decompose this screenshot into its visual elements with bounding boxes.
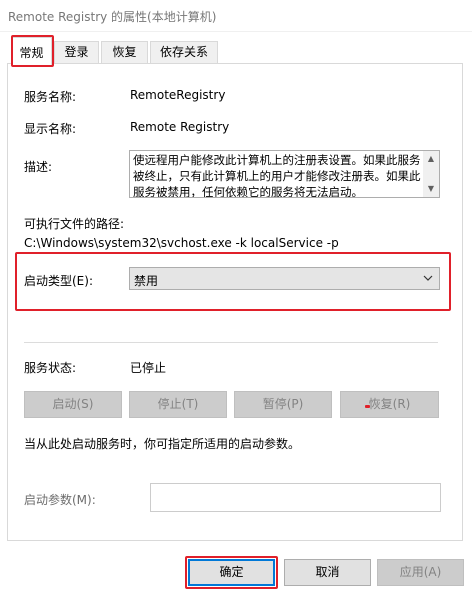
window-title: Remote Registry 的属性(本地计算机) bbox=[8, 10, 217, 24]
apply-button[interactable]: 应用(A) bbox=[377, 559, 464, 586]
service-status-value: 已停止 bbox=[130, 361, 167, 375]
display-name-value: Remote Registry bbox=[130, 120, 230, 134]
stop-button-label: 停止(T) bbox=[157, 397, 199, 411]
exe-path-label: 可执行文件的路径: bbox=[24, 217, 125, 231]
start-button[interactable]: 启动(S) bbox=[24, 391, 122, 418]
description-text: 使远程用户能修改此计算机上的注册表设置。如果此服务被终止，只有此计算机上的用户才… bbox=[133, 153, 421, 198]
description-scrollbar[interactable]: ▲ ▼ bbox=[423, 151, 439, 197]
service-name-value: RemoteRegistry bbox=[130, 88, 226, 102]
start-params-input[interactable] bbox=[150, 483, 441, 512]
ok-highlight-box bbox=[185, 556, 278, 589]
resume-button-label: 恢复(R) bbox=[368, 397, 411, 411]
apply-button-label: 应用(A) bbox=[399, 565, 442, 579]
startup-type-highlight-box bbox=[15, 252, 451, 311]
resume-button[interactable]: 恢复(R) bbox=[340, 391, 439, 418]
startup-params-hint: 当从此处启动服务时，你可指定所适用的启动参数。 bbox=[24, 437, 301, 451]
tab-dependencies-label: 依存关系 bbox=[159, 45, 208, 59]
start-params-label: 启动参数(M): bbox=[24, 493, 96, 507]
pause-button[interactable]: 暂停(P) bbox=[234, 391, 332, 418]
service-name-label: 服务名称: bbox=[24, 90, 77, 104]
display-name-label: 显示名称: bbox=[24, 122, 77, 136]
stop-button[interactable]: 停止(T) bbox=[129, 391, 227, 418]
start-button-label: 启动(S) bbox=[52, 397, 94, 411]
exe-path-value: C:\Windows\system32\svchost.exe -k local… bbox=[24, 236, 339, 250]
tab-highlight-box bbox=[11, 35, 54, 67]
cancel-button-label: 取消 bbox=[315, 565, 340, 579]
tab-recovery[interactable]: 恢复 bbox=[101, 41, 148, 63]
tab-logon[interactable]: 登录 bbox=[54, 41, 99, 63]
service-status-label: 服务状态: bbox=[24, 361, 77, 375]
scroll-up-icon[interactable]: ▲ bbox=[423, 151, 439, 167]
tab-logon-label: 登录 bbox=[64, 45, 89, 59]
description-box[interactable]: 使远程用户能修改此计算机上的注册表设置。如果此服务被终止，只有此计算机上的用户才… bbox=[129, 150, 440, 198]
cancel-button[interactable]: 取消 bbox=[284, 559, 371, 586]
tab-recovery-label: 恢复 bbox=[112, 45, 137, 59]
description-label: 描述: bbox=[24, 160, 53, 174]
title-bar[interactable]: Remote Registry 的属性(本地计算机) bbox=[0, 0, 472, 32]
divider bbox=[24, 342, 438, 343]
scroll-down-icon[interactable]: ▼ bbox=[423, 181, 439, 197]
red-mark bbox=[365, 405, 370, 408]
tab-dependencies[interactable]: 依存关系 bbox=[150, 41, 218, 63]
pause-button-label: 暂停(P) bbox=[262, 397, 304, 411]
